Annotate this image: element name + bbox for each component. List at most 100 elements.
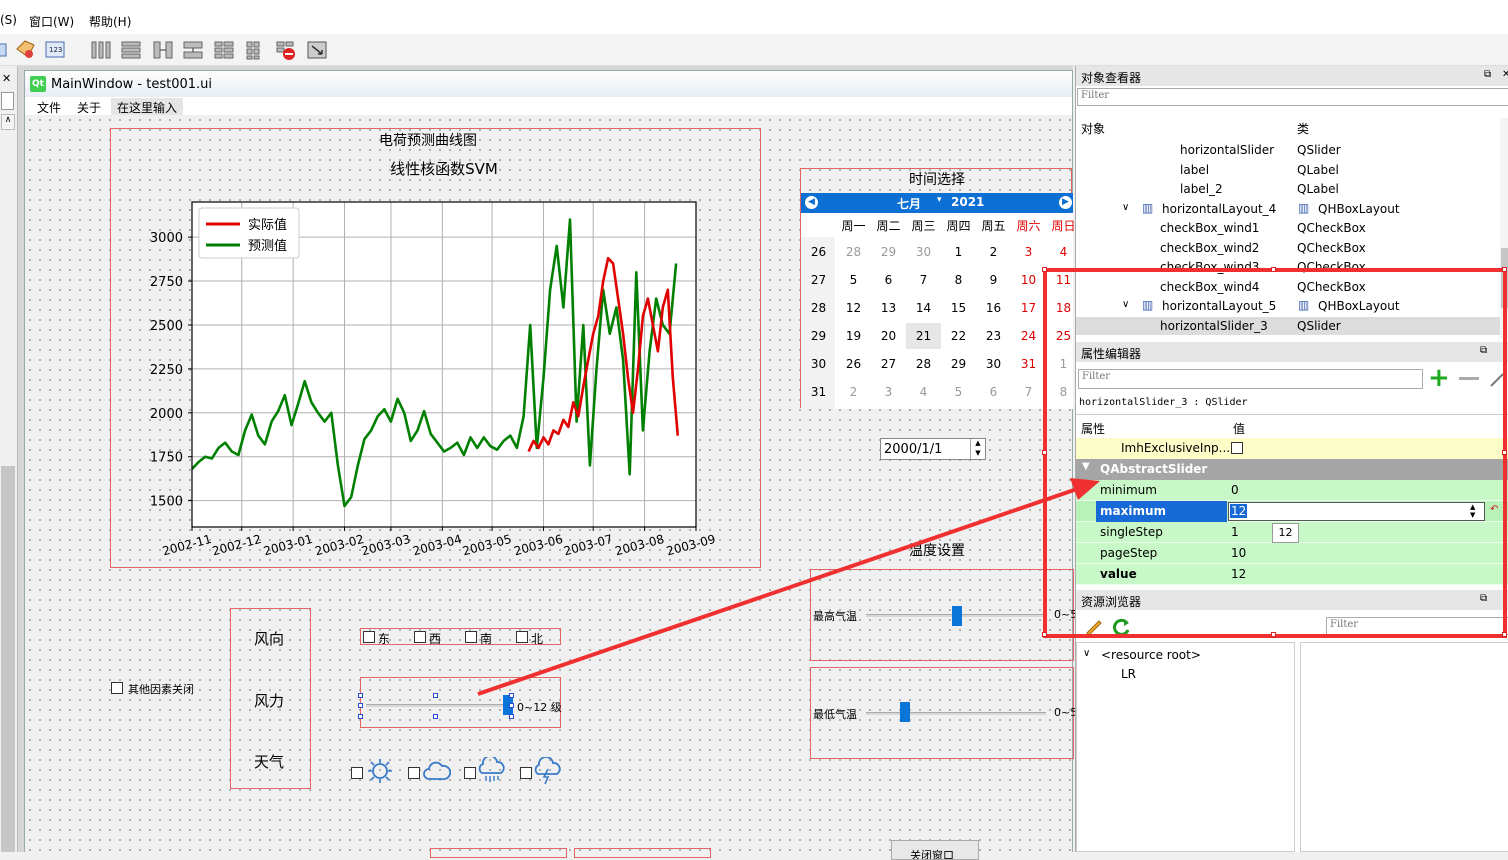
checkbox-west[interactable]: [414, 631, 426, 643]
calendar-day[interactable]: 5: [941, 385, 976, 399]
edit-resources-icon[interactable]: [1084, 616, 1104, 636]
property-value[interactable]: 12: [1231, 567, 1246, 581]
widget-filter-field[interactable]: [1, 92, 14, 110]
layout-horizontal-icon[interactable]: [90, 39, 112, 61]
prev-month-icon[interactable]: ◀: [805, 196, 818, 209]
next-month-icon[interactable]: ▶: [1059, 196, 1072, 209]
wind-force-slider[interactable]: [366, 704, 511, 707]
calendar-day[interactable]: 30: [906, 245, 941, 259]
calendar-day[interactable]: 3: [1011, 245, 1046, 259]
widget-scrollbar[interactable]: [1, 466, 15, 852]
calendar-day[interactable]: 31: [1011, 357, 1046, 371]
calendar-day[interactable]: 21: [906, 323, 941, 349]
calendar-day[interactable]: 6: [976, 385, 1011, 399]
imh-property-row[interactable]: ImhExclusiveInp...: [1076, 438, 1508, 459]
calendar-day[interactable]: 17: [1011, 301, 1046, 315]
object-tree-scrollbar[interactable]: [1500, 118, 1508, 338]
annotation-handle[interactable]: [1042, 450, 1047, 455]
layout-form-icon[interactable]: [213, 39, 235, 61]
checkbox-east[interactable]: [363, 631, 375, 643]
calendar-day[interactable]: 29: [941, 357, 976, 371]
object-tree-row[interactable]: checkBox_wind1 QCheckBox: [1076, 219, 1501, 238]
other-factors-checkbox[interactable]: [111, 682, 123, 694]
object-tree-row[interactable]: ∨ ▥ horizontalLayout_5 ▥ QHBoxLayout: [1076, 297, 1501, 316]
float-icon[interactable]: ⧉: [1480, 593, 1487, 604]
close-icon[interactable]: ✕: [1502, 69, 1508, 80]
min-temp-slider-handle[interactable]: [900, 702, 910, 722]
annotation-handle[interactable]: [1042, 267, 1047, 272]
calendar-day[interactable]: 16: [976, 301, 1011, 315]
calendar-day[interactable]: 2: [836, 385, 871, 399]
calendar-day[interactable]: 15: [941, 301, 976, 315]
layout-vertical-icon[interactable]: [120, 39, 142, 61]
calendar-day[interactable]: 12: [836, 301, 871, 315]
object-tree-row[interactable]: ∨ ▥ horizontalLayout_4 ▥ QHBoxLayout: [1076, 200, 1501, 219]
calendar-day[interactable]: 19: [836, 329, 871, 343]
calendar-day[interactable]: 29: [871, 245, 906, 259]
annotation-handle[interactable]: [1502, 632, 1507, 637]
object-tree-row[interactable]: checkBox_wind2 QCheckBox: [1076, 239, 1501, 258]
calendar-day[interactable]: 7: [1011, 385, 1046, 399]
date-up-icon[interactable]: ▲: [970, 439, 985, 449]
annotation-handle[interactable]: [1271, 632, 1276, 637]
selection-handle[interactable]: [358, 693, 363, 698]
imh-property-checkbox[interactable]: [1231, 442, 1243, 454]
checkbox-thunder[interactable]: [520, 767, 532, 779]
calendar-month[interactable]: 七月: [897, 195, 921, 212]
selection-handle[interactable]: [509, 703, 514, 708]
calendar-day[interactable]: 24: [1011, 329, 1046, 343]
resource-child[interactable]: LR: [1121, 667, 1136, 681]
scroll-thumb[interactable]: [1501, 248, 1508, 308]
object-tree-row[interactable]: checkBox_wind3 QCheckBox: [1076, 258, 1501, 277]
property-row-pagestep[interactable]: pageStep 10: [1076, 543, 1508, 564]
expand-icon[interactable]: ∨: [1122, 299, 1129, 310]
calendar-day[interactable]: 23: [976, 329, 1011, 343]
menu-item-s[interactable]: (S): [0, 13, 17, 27]
date-down-icon[interactable]: ▼: [970, 449, 985, 459]
property-row-minimum[interactable]: minimum 0: [1076, 480, 1508, 501]
property-row-maximum[interactable]: maximum 12 ▲ ▼ ↶: [1076, 501, 1508, 522]
calendar-year[interactable]: 2021: [951, 195, 984, 209]
object-tree-row[interactable]: label_2 QLabel: [1076, 180, 1501, 199]
property-value[interactable]: 0: [1231, 483, 1239, 497]
spin-arrows-icon[interactable]: ▲ ▼: [1470, 503, 1475, 519]
calendar-day[interactable]: 10: [1011, 273, 1046, 287]
max-temp-slider-handle[interactable]: [952, 606, 962, 626]
object-tree-row[interactable]: checkBox_wind4 QCheckBox: [1076, 278, 1501, 297]
date-edit[interactable]: 2000/1/1 ▲ ▼: [880, 438, 986, 460]
selection-handle[interactable]: [509, 714, 514, 719]
calendar-day[interactable]: 22: [941, 329, 976, 343]
edit-tab-order-icon[interactable]: [14, 39, 36, 61]
annotation-handle[interactable]: [1502, 267, 1507, 272]
edit-buddies-icon[interactable]: 123: [44, 39, 66, 61]
object-tree-row[interactable]: horizontalSlider QSlider: [1076, 141, 1501, 160]
calendar-day[interactable]: 20: [871, 329, 906, 343]
calendar-day[interactable]: 6: [871, 273, 906, 287]
calendar-day[interactable]: 9: [976, 273, 1011, 287]
menu-item-help[interactable]: 帮助(H): [89, 13, 131, 30]
float-icon[interactable]: ⧉: [1484, 69, 1491, 80]
form-menu-about[interactable]: 关于: [77, 99, 101, 116]
min-temp-slider[interactable]: [866, 712, 1046, 715]
object-tree-row[interactable]: horizontalSlider_3 QSlider: [1076, 316, 1501, 335]
selection-handle[interactable]: [358, 714, 363, 719]
layout-splitter-v-icon[interactable]: [182, 39, 204, 61]
menu-item-window[interactable]: 窗口(W): [29, 13, 74, 30]
layout-splitter-h-icon[interactable]: [152, 39, 174, 61]
reload-icon[interactable]: [1110, 616, 1132, 638]
bottom-button[interactable]: 关闭窗口: [891, 840, 979, 860]
selection-handle[interactable]: [509, 693, 514, 698]
layout-grid-icon[interactable]: [244, 39, 266, 61]
month-dropdown-icon[interactable]: ▾: [937, 195, 942, 205]
selection-handle[interactable]: [433, 693, 438, 698]
scroll-up-icon[interactable]: ∧: [1, 114, 15, 130]
checkbox-south[interactable]: [465, 631, 477, 643]
collapse-icon[interactable]: ∨: [1083, 648, 1090, 659]
reset-icon[interactable]: ↶: [1490, 504, 1498, 515]
property-value[interactable]: 1: [1231, 525, 1239, 539]
expand-icon[interactable]: ∨: [1122, 202, 1129, 213]
collapse-icon[interactable]: ▼: [1082, 461, 1090, 472]
calendar-day[interactable]: 1: [941, 245, 976, 259]
form-menu-file[interactable]: 文件: [37, 99, 61, 116]
calendar-day[interactable]: 13: [871, 301, 906, 315]
